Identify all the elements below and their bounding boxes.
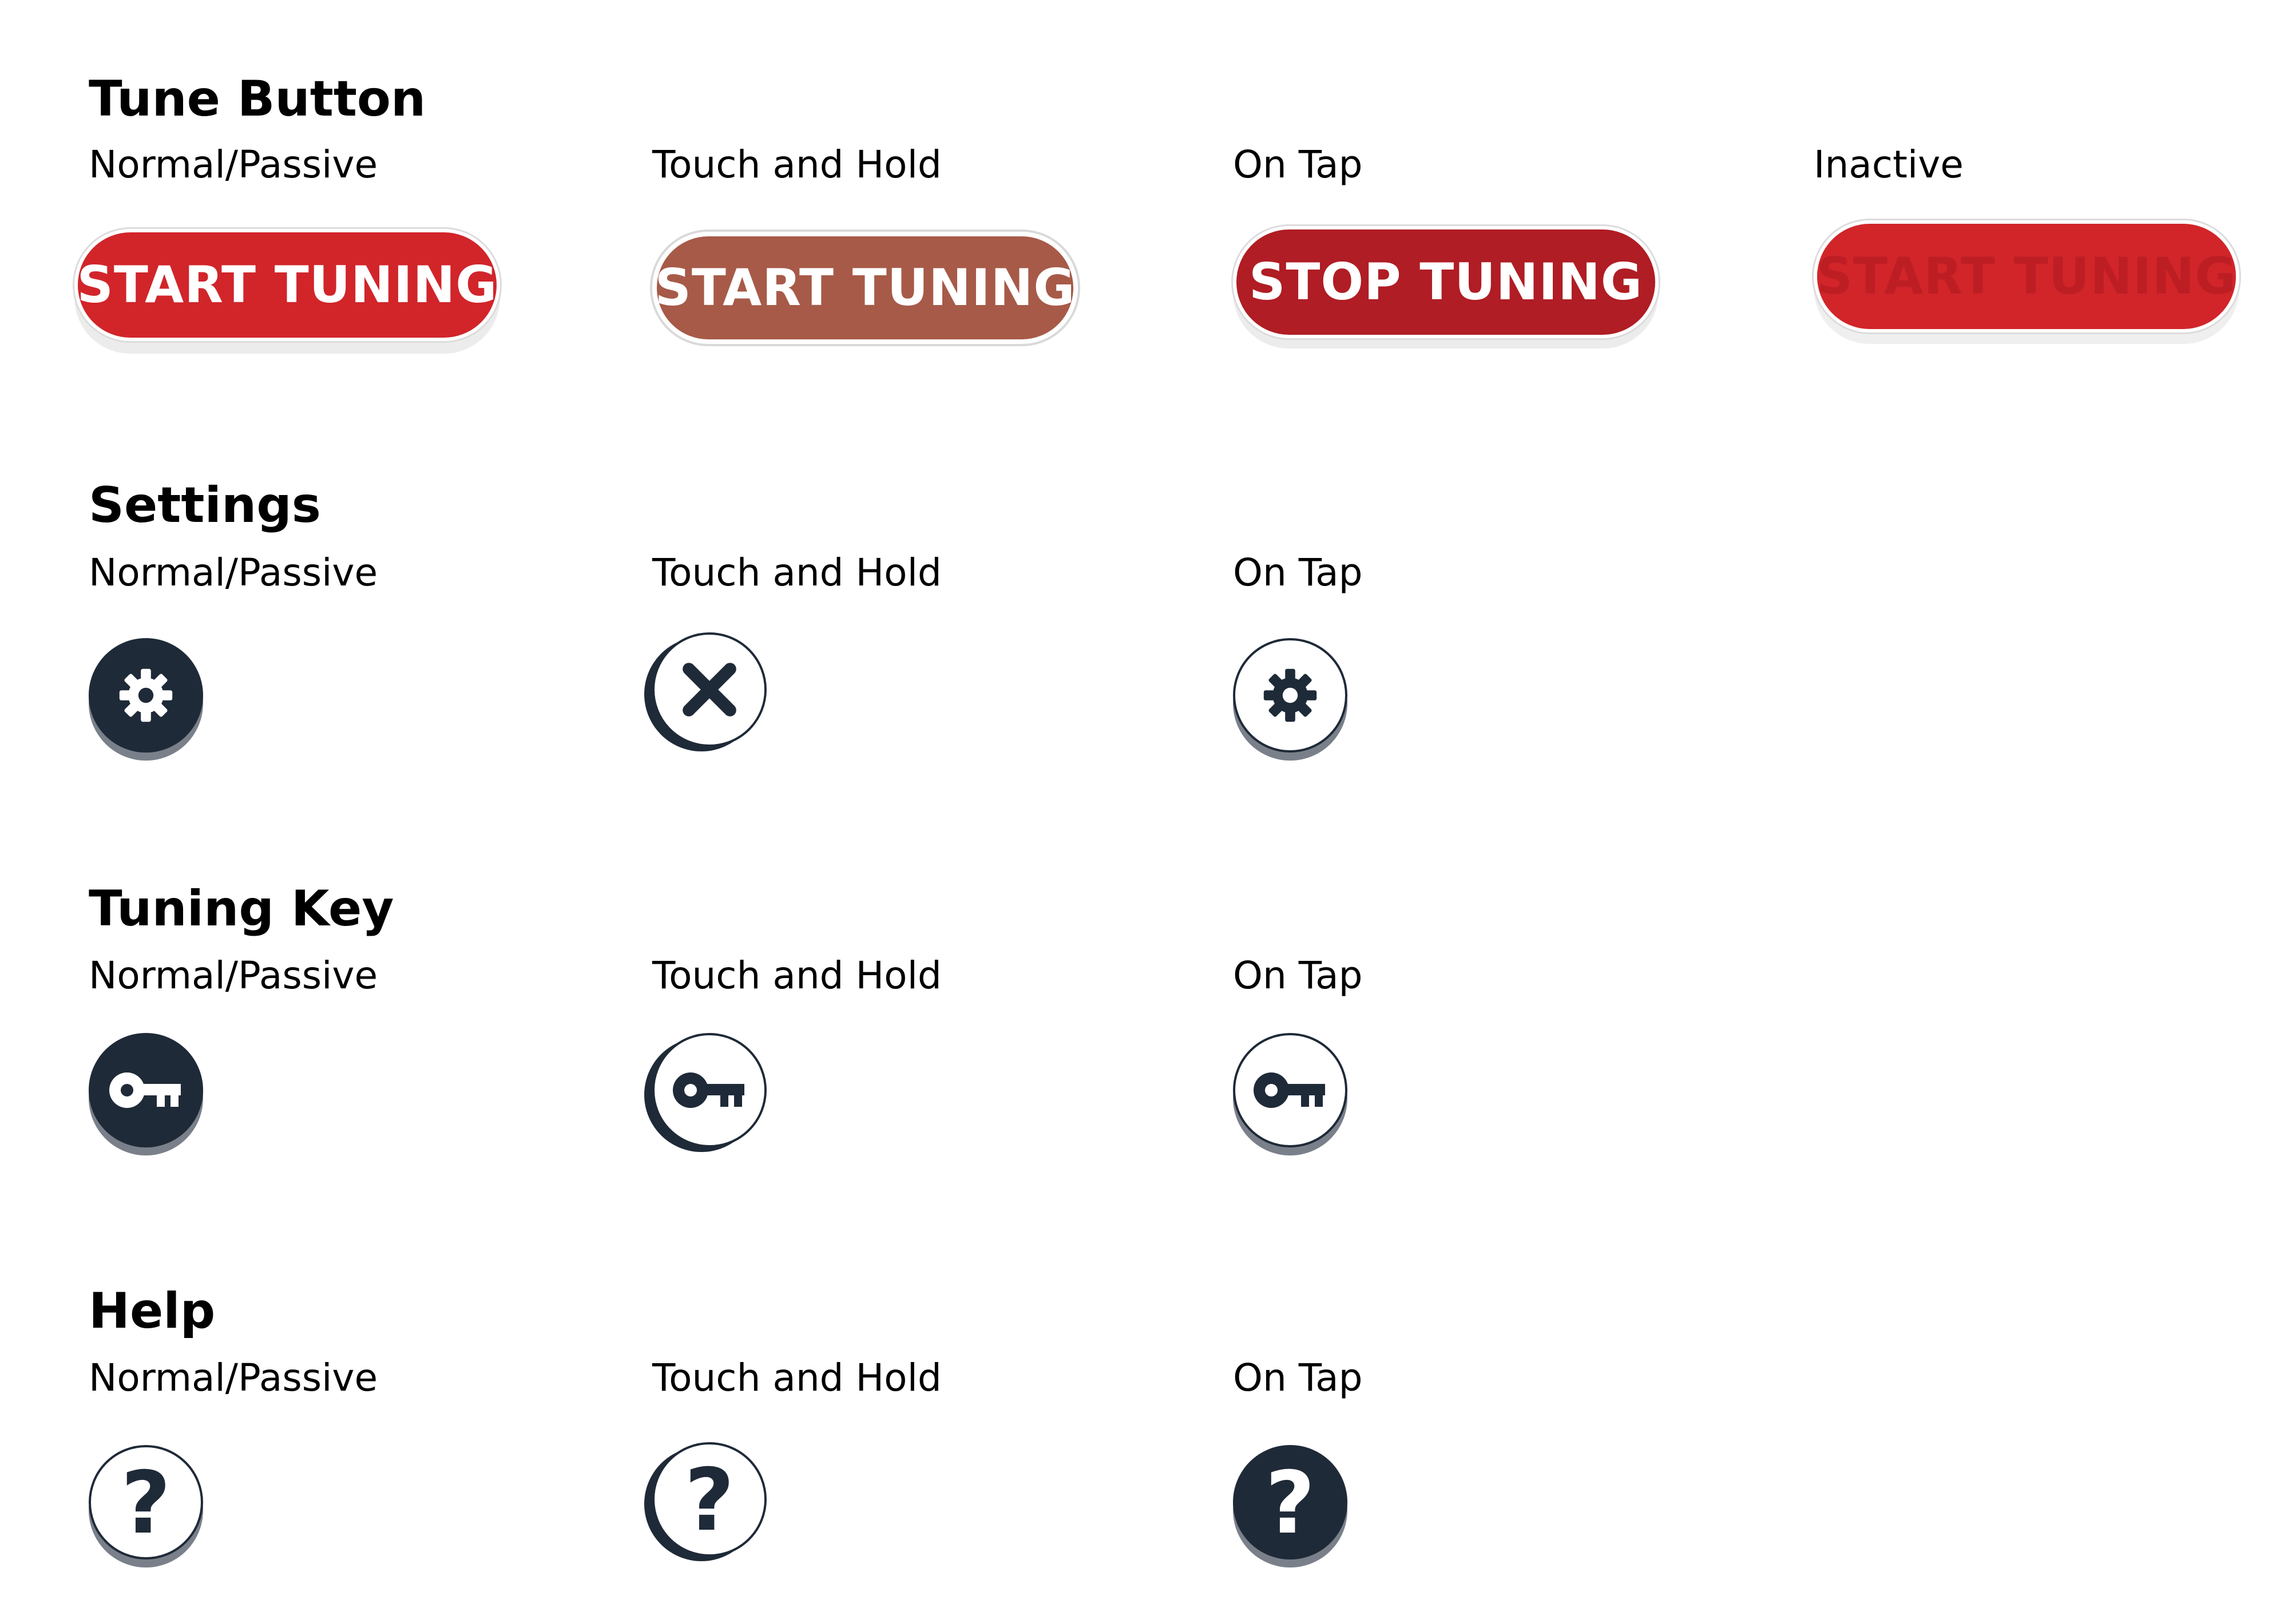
close-icon [683, 663, 736, 717]
tune-button-label: START TUNING [1816, 247, 2237, 306]
state-label-normal: Normal/Passive [89, 551, 378, 595]
section-title-settings: Settings [89, 477, 321, 534]
section-title-tune-button: Tune Button [89, 70, 426, 128]
tune-button-label: STOP TUNING [1248, 252, 1643, 311]
tune-button-label: START TUNING [77, 255, 498, 314]
state-label-normal: Normal/Passive [89, 142, 378, 187]
state-label-on-tap: On Tap [1233, 551, 1363, 595]
state-label-normal: Normal/Passive [89, 953, 378, 997]
help-button-normal[interactable]: ? [89, 1445, 203, 1559]
state-label-touch-hold: Touch and Hold [652, 551, 942, 595]
tuning-key-button-on-tap[interactable] [1233, 1033, 1347, 1147]
state-label-touch-hold: Touch and Hold [652, 142, 942, 187]
tune-button-label: START TUNING [655, 258, 1076, 317]
question-mark-icon: ? [121, 1454, 171, 1553]
settings-button-normal[interactable] [89, 638, 203, 753]
section-title-tuning-key: Tuning Key [89, 880, 394, 937]
state-label-touch-hold: Touch and Hold [652, 1356, 942, 1400]
gear-icon [119, 668, 173, 722]
state-label-normal: Normal/Passive [89, 1356, 378, 1400]
key-icon [673, 1072, 744, 1108]
settings-button-on-tap[interactable] [1233, 638, 1347, 753]
state-label-on-tap: On Tap [1233, 953, 1363, 997]
state-label-on-tap: On Tap [1233, 142, 1363, 187]
start-tuning-button-normal[interactable]: START TUNING [74, 229, 500, 341]
state-label-on-tap: On Tap [1233, 1356, 1363, 1400]
help-button-touch-hold[interactable]: ? [652, 1442, 767, 1557]
question-mark-icon: ? [1265, 1454, 1315, 1553]
question-mark-icon: ? [684, 1451, 735, 1550]
key-icon [1254, 1072, 1325, 1108]
help-button-on-tap[interactable]: ? [1233, 1445, 1347, 1559]
state-label-inactive: Inactive [1814, 142, 1964, 187]
start-tuning-button-touch-hold[interactable]: START TUNING [652, 232, 1078, 344]
start-tuning-button-inactive: START TUNING [1814, 220, 2239, 332]
section-title-help: Help [89, 1282, 216, 1340]
stop-tuning-button-on-tap[interactable]: STOP TUNING [1233, 226, 1659, 338]
key-icon [109, 1072, 181, 1108]
tuning-key-button-normal[interactable] [89, 1033, 203, 1147]
gear-icon [1263, 668, 1317, 722]
state-label-touch-hold: Touch and Hold [652, 953, 942, 997]
tuning-key-button-touch-hold[interactable] [652, 1033, 767, 1147]
settings-button-touch-hold[interactable] [652, 632, 767, 747]
